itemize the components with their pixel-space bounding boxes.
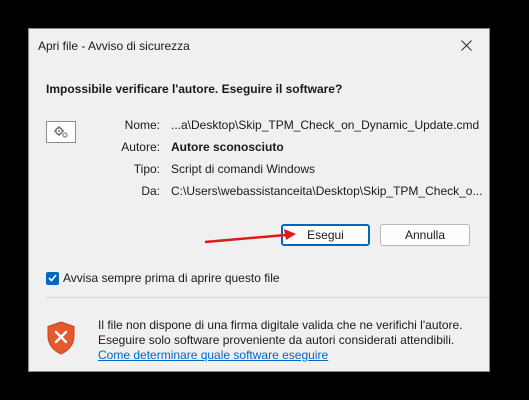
annotation-arrow	[204, 229, 296, 244]
